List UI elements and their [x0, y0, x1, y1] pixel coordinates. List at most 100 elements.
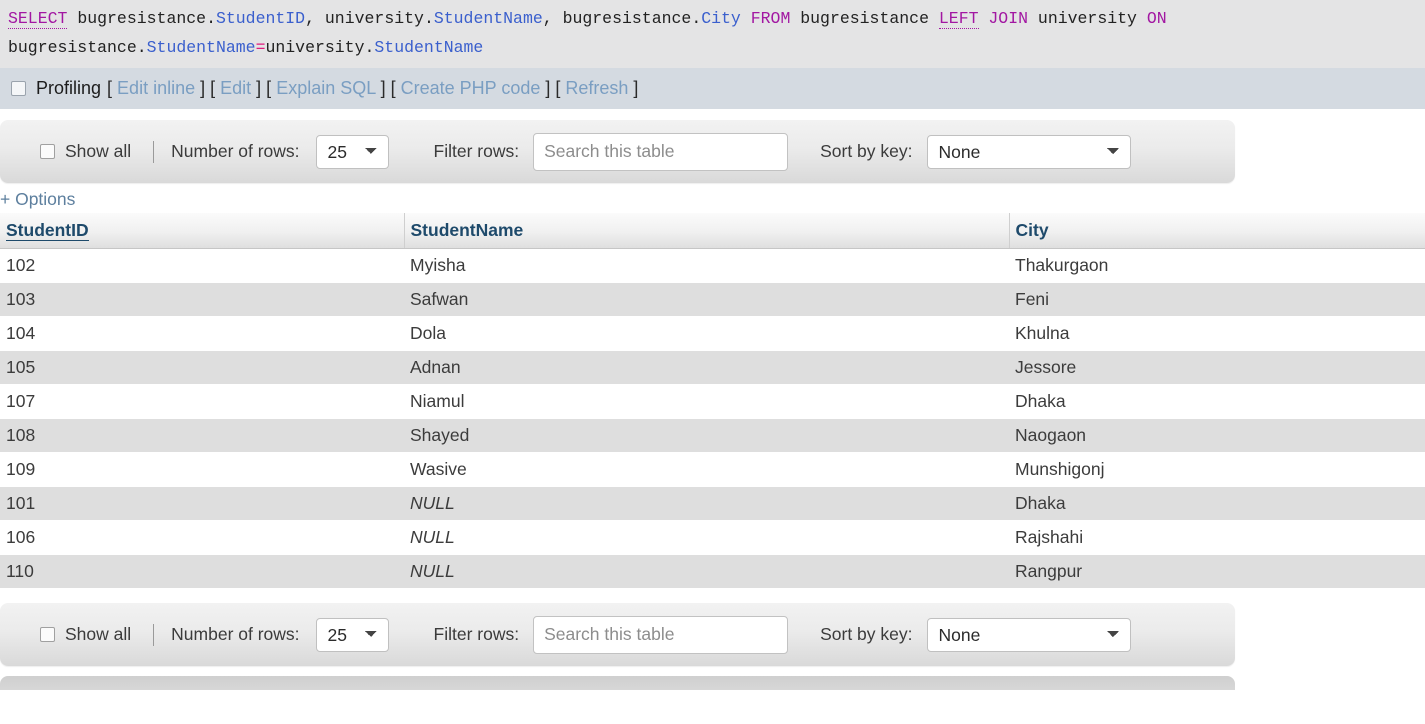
filter-rows-label-top: Filter rows: — [433, 141, 520, 161]
table-bottom-spacer — [0, 589, 1425, 603]
sql-token-6: university — [324, 9, 424, 28]
sql-token-30: university — [265, 38, 365, 57]
sql-token-12: City — [701, 9, 741, 28]
cell-studentname: Shayed — [404, 418, 1009, 453]
cell-city: Dhaka — [1009, 384, 1425, 419]
sql-token-0: SELECT — [8, 9, 68, 29]
top-nav-wrap: Show all Number of rows: 2550100250500 F… — [0, 109, 1425, 183]
sql-token-18: LEFT — [938, 9, 979, 29]
column-header-label: StudentName — [410, 220, 524, 240]
sql-token-21 — [1028, 9, 1038, 28]
sql-token-2: bugresistance — [77, 9, 207, 28]
cell-studentname: NULL — [404, 520, 1009, 555]
show-all-label-bottom: Show all — [65, 624, 132, 644]
sql-token-13 — [741, 9, 751, 28]
profiling-link-create-php-code[interactable]: Create PHP code — [401, 78, 541, 98]
table-row[interactable]: 103 Safwan Feni — [0, 282, 1425, 317]
column-header-city[interactable]: City — [1009, 213, 1425, 249]
cell-studentid: 106 — [0, 520, 404, 555]
sql-token-19 — [979, 9, 989, 28]
profiling-links: [ Edit inline ] [ Edit ] [ Explain SQL ]… — [107, 78, 638, 99]
table-row[interactable]: 101 NULL Dhaka — [0, 486, 1425, 521]
profiling-link-refresh[interactable]: Refresh — [565, 78, 628, 98]
profiling-link-explain-sql[interactable]: Explain SQL — [276, 78, 375, 98]
number-of-rows-label-bottom: Number of rows: — [171, 624, 300, 644]
sql-token-29: = — [255, 38, 266, 57]
table-row[interactable]: 107 Niamul Dhaka — [0, 384, 1425, 419]
column-header-studentid[interactable]: StudentID — [0, 213, 405, 249]
cell-city: Thakurgaon — [1009, 248, 1425, 283]
bracket-open-2: [ — [261, 78, 277, 98]
sql-token-23 — [1137, 9, 1147, 28]
bracket-close-0: ] — [195, 78, 206, 98]
bracket-close-2: ] — [375, 78, 386, 98]
number-of-rows-label-top: Number of rows: — [171, 141, 300, 161]
cell-studentid: 102 — [0, 248, 404, 283]
cell-studentname: Dola — [404, 316, 1009, 351]
table-header-row: StudentID StudentName City — [0, 213, 1425, 249]
cell-studentid: 105 — [0, 350, 404, 385]
cell-studentid: 101 — [0, 486, 404, 521]
sql-token-9: , — [542, 9, 563, 28]
table-row[interactable]: 105 Adnan Jessore — [0, 350, 1425, 385]
sql-token-24: ON — [1146, 9, 1167, 28]
sort-by-key-select-bottom[interactable]: None — [926, 617, 1131, 652]
bracket-close-1: ] — [251, 78, 262, 98]
sql-token-7: . — [423, 9, 434, 28]
bracket-open-0: [ — [107, 78, 118, 98]
results-table-head: StudentID StudentName City — [0, 213, 1425, 249]
number-of-rows-select-top[interactable]: 2550100250500 — [315, 134, 389, 169]
show-all-checkbox-bottom[interactable] — [40, 627, 55, 642]
table-row[interactable]: 106 NULL Rajshahi — [0, 520, 1425, 555]
sort-by-key-label-top: Sort by key: — [820, 141, 913, 161]
profiling-checkbox[interactable] — [11, 81, 26, 96]
sql-token-14: FROM — [750, 9, 791, 28]
show-all-label-top: Show all — [65, 141, 132, 161]
cell-studentid: 109 — [0, 452, 404, 487]
sql-token-5: , — [305, 9, 325, 28]
table-row[interactable]: 110 NULL Rangpur — [0, 554, 1425, 589]
sql-token-28: StudentName — [146, 38, 256, 57]
sql-token-16: bugresistance — [800, 9, 929, 28]
column-header-label: City — [1015, 220, 1049, 240]
cell-city: Munshigonj — [1009, 452, 1425, 487]
column-header-studentname[interactable]: StudentName — [404, 213, 1010, 249]
cell-studentname: Wasive — [404, 452, 1009, 487]
cell-city: Rajshahi — [1009, 520, 1425, 555]
results-table-body: 102 Myisha Thakurgaon 103 Safwan Feni 104 Dola K… — [0, 248, 1425, 589]
cell-studentname: Adnan — [404, 350, 1009, 385]
nav-divider-top — [153, 140, 155, 163]
show-all-checkbox-top[interactable] — [40, 144, 55, 159]
cell-city: Naogaon — [1009, 418, 1425, 453]
filter-rows-input-top[interactable] — [533, 132, 789, 171]
filter-rows-input-bottom[interactable] — [533, 615, 789, 654]
cell-city: Jessore — [1009, 350, 1425, 385]
sql-token-31: . — [364, 38, 375, 57]
nav-divider-bottom — [153, 623, 155, 646]
bottom-nav-wrap: Show all Number of rows: 2550100250500 F… — [0, 603, 1425, 666]
table-row[interactable]: 104 Dola Khulna — [0, 316, 1425, 351]
number-of-rows-select-bottom[interactable]: 2550100250500 — [315, 617, 389, 652]
cell-city: Dhaka — [1009, 486, 1425, 521]
sort-by-key-select-top[interactable]: None — [926, 134, 1131, 169]
sql-token-26: bugresistance — [8, 38, 137, 57]
profiling-link-edit[interactable]: Edit — [220, 78, 251, 98]
sql-token-22: university — [1037, 9, 1137, 28]
sql-token-3: . — [206, 9, 216, 28]
bracket-open-1: [ — [205, 78, 221, 98]
table-row[interactable]: 108 Shayed Naogaon — [0, 418, 1425, 453]
options-toggle-link[interactable]: + Options — [0, 189, 75, 209]
sql-token-8: StudentName — [433, 9, 543, 28]
table-row[interactable]: 109 Wasive Munshigonj — [0, 452, 1425, 487]
sql-query-box: SELECT bugresistance.StudentID, universi… — [0, 0, 1425, 68]
cell-studentid: 108 — [0, 418, 404, 453]
cell-studentid: 104 — [0, 316, 404, 351]
table-row[interactable]: 102 Myisha Thakurgaon — [0, 248, 1425, 283]
results-table: StudentID StudentName City 102 Myisha Thakur… — [0, 213, 1425, 589]
cell-city: Feni — [1009, 282, 1425, 317]
profiling-link-edit-inline[interactable]: Edit inline — [117, 78, 195, 98]
cell-studentname: Myisha — [404, 248, 1009, 283]
sql-token-17 — [929, 9, 939, 28]
cell-studentname: NULL — [404, 486, 1009, 521]
cell-studentid: 103 — [0, 282, 404, 317]
